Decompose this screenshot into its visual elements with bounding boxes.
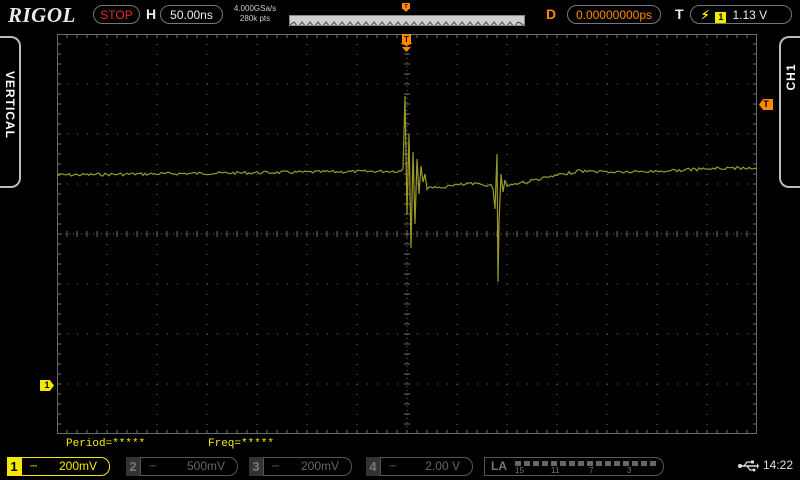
- la-channel-block: [632, 461, 638, 466]
- frequency-measurement: Freq=*****: [208, 438, 275, 450]
- sample-rate: 4.000GSa/s: [233, 4, 277, 13]
- la-channel-block: [533, 461, 539, 466]
- trigger-level-marker[interactable]: T: [759, 99, 773, 110]
- la-channel-block: [614, 461, 620, 466]
- la-channel-block: [569, 461, 575, 466]
- logic-analyzer-setting[interactable]: LA 15 11 7 3: [484, 457, 664, 476]
- ch2-setting[interactable]: 2 ⎓ 500mV: [126, 457, 238, 476]
- vertical-menu-tab[interactable]: VERTICAL: [0, 36, 21, 188]
- channel-menu-tab[interactable]: CH1: [779, 36, 800, 188]
- la-index: 11: [551, 466, 560, 475]
- ch3-number: 3: [249, 457, 263, 476]
- ch1-scale: 200mV: [58, 459, 97, 473]
- trigger-level: 1.13 V: [732, 8, 768, 22]
- ch2-scale: 500mV: [186, 459, 225, 473]
- la-label: LA: [491, 459, 507, 473]
- ch3-setting[interactable]: 3 ⎓ 200mV: [249, 457, 352, 476]
- graticule: [57, 34, 757, 434]
- ch4-number: 4: [366, 457, 380, 476]
- dc-coupling-icon: ⎓: [389, 461, 397, 471]
- trigger-position-marker[interactable]: T: [400, 34, 413, 52]
- la-channel-block: [560, 461, 566, 466]
- la-channel-block: [650, 461, 656, 466]
- acquisition-info: 4.000GSa/s 280k pts: [229, 4, 281, 24]
- ch3-scale: 200mV: [300, 459, 339, 473]
- dc-coupling-icon: ⎓: [30, 461, 38, 471]
- timebase-value[interactable]: 50.00ns: [160, 5, 223, 24]
- la-index: 15: [515, 466, 524, 475]
- delay-label: D: [546, 6, 557, 22]
- ch1-offset-marker[interactable]: 1: [40, 380, 54, 391]
- rising-edge-icon: ⚡︎: [701, 8, 710, 22]
- ch4-scale: 2.00 V: [425, 459, 460, 473]
- dc-coupling-icon: ⎓: [272, 461, 280, 471]
- top-status-bar: RIGOL STOP H 50.00ns 4.000GSa/s 280k pts…: [0, 0, 800, 30]
- ch4-setting[interactable]: 4 ⎓ 2.00 V: [366, 457, 473, 476]
- brand-logo: RIGOL: [8, 3, 76, 27]
- clock: 14:22: [763, 458, 794, 472]
- la-channel-block: [605, 461, 611, 466]
- dc-coupling-icon: ⎓: [149, 461, 157, 471]
- la-index: 7: [589, 466, 594, 475]
- period-measurement: Period=*****: [66, 438, 146, 450]
- ch1-number: 1: [7, 457, 21, 476]
- memory-depth: 280k pts: [239, 14, 271, 23]
- vertical-tab-label: VERTICAL: [3, 71, 17, 139]
- la-index: 3: [627, 466, 632, 475]
- run-stop-status[interactable]: STOP: [93, 5, 140, 24]
- la-channel-block: [542, 461, 548, 466]
- memory-trigger-icon: T: [402, 3, 410, 12]
- trigger-settings[interactable]: ⚡︎ 1 1.13 V: [690, 5, 792, 24]
- ch2-number: 2: [126, 457, 140, 476]
- horizontal-label: H: [146, 6, 157, 22]
- memory-waveform-thumbnail: [290, 21, 524, 25]
- channel-status-bar: 1 ⎓ 200mV 2 ⎓ 500mV 3 ⎓ 200mV 4 ⎓ 2.00 V…: [0, 452, 800, 480]
- trigger-label: T: [675, 6, 684, 22]
- la-channel-block: [641, 461, 647, 466]
- svg-text:T: T: [404, 35, 409, 44]
- memory-position-strip[interactable]: [289, 15, 525, 26]
- svg-text:T: T: [404, 4, 407, 10]
- usb-icon: [738, 460, 759, 472]
- trigger-source: 1: [715, 12, 727, 23]
- la-channel-block: [578, 461, 584, 466]
- waveform-display[interactable]: [57, 34, 757, 434]
- delay-value[interactable]: 0.00000000ps: [567, 5, 661, 24]
- channel-tab-label: CH1: [784, 63, 798, 91]
- la-channel-block: [524, 461, 530, 466]
- ch1-setting[interactable]: 1 ⎓ 200mV: [7, 457, 110, 476]
- la-channel-block: [596, 461, 602, 466]
